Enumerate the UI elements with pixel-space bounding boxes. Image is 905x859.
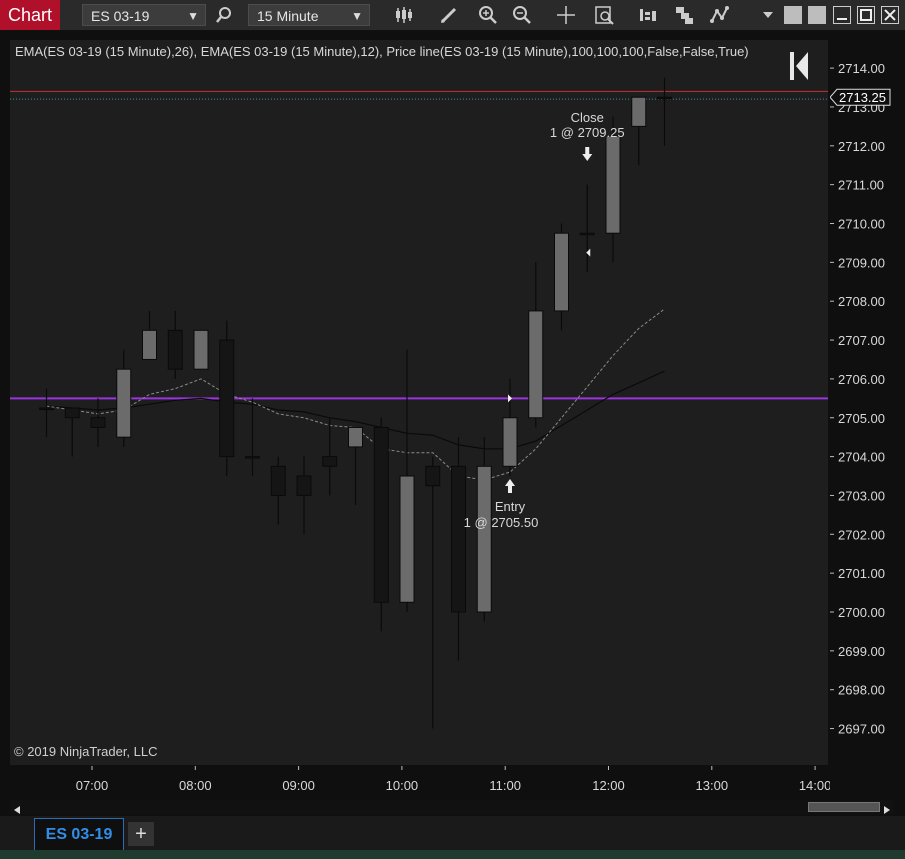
chart-panel[interactable]: Entry 1 @ 2705.50 Close 1 @ 2709.25 <box>10 40 828 765</box>
candle-body <box>193 329 209 370</box>
price-tick-label: 2705.00 <box>838 411 885 426</box>
price-tick-label: 2700.00 <box>838 605 885 620</box>
candle-body <box>39 407 54 411</box>
time-tick-label: 12:00 <box>592 778 625 793</box>
interval-selector[interactable]: 15 Minute ▼ <box>248 4 370 26</box>
candle-body <box>528 310 544 419</box>
time-tick-label: 11:00 <box>489 778 521 793</box>
candle-body <box>245 456 260 459</box>
candle-body <box>142 329 157 360</box>
search-icon[interactable] <box>212 3 236 27</box>
candle-body <box>425 465 441 487</box>
candle-body <box>554 232 569 312</box>
price-tick-label: 2704.00 <box>838 450 885 465</box>
candle-body <box>64 407 80 419</box>
entry-detail: 1 @ 2705.50 <box>464 515 539 530</box>
instrument-value: ES 03-19 <box>91 8 150 24</box>
candle-body <box>270 465 286 496</box>
add-tab-button[interactable]: + <box>128 822 154 846</box>
candle-body <box>502 417 518 467</box>
chart-tabs-bar: ES 03-19 + <box>0 816 905 850</box>
candle-body <box>399 475 415 603</box>
link-button-1[interactable] <box>784 6 802 24</box>
scroll-to-start-icon[interactable] <box>788 50 810 87</box>
price-axis[interactable]: 2714.00 2713.00 2712.00 2711.00 2710.00 2709.… <box>829 40 905 768</box>
draw-tool-icon[interactable] <box>437 3 461 27</box>
indicator-label: EMA(ES 03-19 (15 Minute),26), EMA(ES 03-… <box>15 44 749 59</box>
close-title: Close <box>571 110 604 125</box>
price-tick-label: 2701.00 <box>838 566 885 581</box>
link-button-2[interactable] <box>808 6 826 24</box>
price-tick-label: 2699.00 <box>838 644 885 659</box>
price-axis-labels: 2714.002713.002712.002711.002710.002709.… <box>829 61 891 737</box>
horizontal-scrollbar[interactable] <box>10 800 894 814</box>
candle-body <box>451 465 466 613</box>
data-box-icon[interactable] <box>592 3 616 27</box>
chevron-down-icon: ▼ <box>351 9 363 23</box>
copyright-text: © 2019 NinjaTrader, LLC <box>14 744 158 759</box>
time-tick-label: 09:00 <box>282 778 315 793</box>
entry-title: Entry <box>495 499 526 514</box>
candle-body <box>116 368 132 438</box>
price-tick-label: 2697.00 <box>838 722 885 737</box>
price-tick-label: 2708.00 <box>838 294 885 309</box>
menu-dropdown-icon[interactable] <box>756 3 780 27</box>
price-tick-label: 2710.00 <box>838 217 885 232</box>
candle-body <box>605 135 621 234</box>
chevron-down-icon: ▼ <box>187 9 199 23</box>
toolbar: Chart ES 03-19 ▼ 15 Minute ▼ <box>0 0 905 31</box>
price-tick-label: 2698.00 <box>838 683 885 698</box>
time-axis-labels: 07:00 08:00 09:00 10:00 11:00 12:00 13:00 14:00 <box>76 766 831 793</box>
price-tick-label: 2709.00 <box>838 255 885 270</box>
instrument-selector[interactable]: ES 03-19 ▼ <box>82 4 206 26</box>
price-tick-label: 2711.00 <box>838 178 884 193</box>
strategies-icon[interactable] <box>708 3 732 27</box>
crosshair-icon[interactable] <box>554 3 578 27</box>
maximize-button[interactable] <box>857 6 875 24</box>
candle-body <box>348 426 363 448</box>
scroll-thumb[interactable] <box>808 802 880 812</box>
time-tick-label: 14:00 <box>799 778 830 793</box>
close-button[interactable] <box>881 6 899 24</box>
interval-value: 15 Minute <box>257 8 319 24</box>
candle-body <box>657 96 672 100</box>
price-tick-label: 2714.00 <box>838 61 885 76</box>
close-detail: 1 @ 2709.25 <box>550 125 625 140</box>
candle-body <box>631 96 647 127</box>
taskbar-strip <box>0 850 905 859</box>
time-tick-label: 08:00 <box>179 778 212 793</box>
time-tick-label: 07:00 <box>76 778 109 793</box>
zoom-in-icon[interactable] <box>476 3 500 27</box>
candle-body <box>579 232 595 236</box>
time-tick-label: 13:00 <box>696 778 729 793</box>
close-arrow-icon <box>582 147 593 161</box>
order-panel-icon[interactable] <box>636 3 660 27</box>
minimize-button[interactable] <box>833 6 851 24</box>
price-tick-label: 2706.00 <box>838 372 885 387</box>
candle-body <box>373 426 389 603</box>
zoom-out-icon[interactable] <box>510 3 534 27</box>
tab-es-03-19[interactable]: ES 03-19 <box>34 818 124 850</box>
time-axis[interactable]: 07:00 08:00 09:00 10:00 11:00 12:00 13:00 14:00 <box>10 766 831 798</box>
chart-title-tab[interactable]: Chart <box>0 0 60 30</box>
price-tick-label: 2707.00 <box>838 333 885 348</box>
price-tick-label: 2703.00 <box>838 488 885 503</box>
candle-body <box>476 465 492 613</box>
price-tick-label: 2712.00 <box>838 139 885 154</box>
chart-style-icon[interactable] <box>392 3 416 27</box>
current-price-label: 2713.25 <box>839 90 886 105</box>
candle-body <box>322 456 338 467</box>
candle-body <box>296 475 312 496</box>
candle-body <box>90 417 106 428</box>
price-chart: Entry1 @ 2705.50 Close1 @ 2709.25 <box>10 77 828 729</box>
templates-icon[interactable] <box>672 3 696 27</box>
price-tick-label: 2702.00 <box>838 527 885 542</box>
time-tick-label: 10:00 <box>386 778 419 793</box>
candle-body <box>219 339 235 458</box>
entry-arrow-icon <box>505 479 515 493</box>
candle-body <box>167 329 183 370</box>
